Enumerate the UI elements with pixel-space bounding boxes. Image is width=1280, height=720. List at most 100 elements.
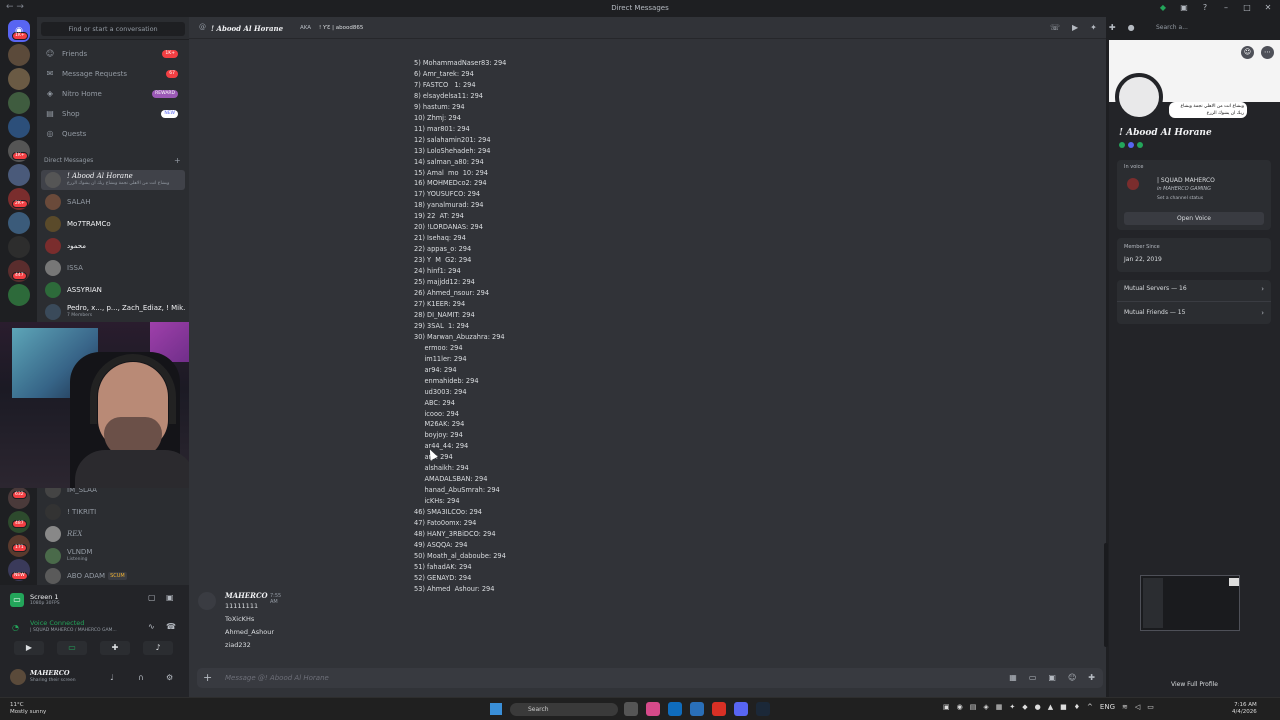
app-icon[interactable] (646, 702, 660, 716)
open-voice-button[interactable]: Open Voice (1124, 212, 1264, 225)
close-icon[interactable]: ✕ (1262, 3, 1274, 12)
mutual-servers[interactable]: Mutual Servers — 16 (1124, 285, 1187, 292)
server-icon[interactable] (8, 44, 30, 66)
upload-plus-icon[interactable]: + (203, 671, 212, 684)
avatar[interactable] (10, 669, 26, 685)
dm-item[interactable]: ! Abood Al Horane وبشاع انت من الاهلي نجم… (41, 170, 185, 190)
battery-icon[interactable]: ▭ (1147, 703, 1154, 711)
soundboard-button[interactable]: ♪ (143, 641, 173, 655)
emoji-icon[interactable]: ☺ (1068, 673, 1076, 682)
activities-button[interactable]: ✚ (100, 641, 130, 655)
mic-icon[interactable]: ♩ (110, 673, 114, 682)
find-conversation-input[interactable]: Find or start a conversation (41, 22, 185, 36)
dm-item[interactable]: ! TIKRITI (41, 502, 185, 522)
volume-icon[interactable]: ◁ (1135, 703, 1140, 711)
voice-status[interactable]: Voice Connected (30, 619, 84, 627)
call-icon[interactable]: ☏ (1050, 23, 1060, 32)
chrome-icon[interactable] (712, 702, 726, 716)
tray-icon[interactable]: ◉ (957, 703, 963, 711)
server-icon[interactable] (8, 92, 30, 114)
nav-friends[interactable]: ☺ Friends 1K+ (42, 46, 184, 62)
video-icon[interactable]: ▶ (1072, 23, 1078, 32)
maximize-icon[interactable]: □ (1241, 3, 1253, 12)
sticker-icon[interactable]: ▣ (1048, 673, 1056, 682)
apps-icon[interactable]: ✚ (1088, 673, 1095, 682)
store-icon[interactable] (690, 702, 704, 716)
message-composer[interactable]: + Message @! Abood Al Horane ▦ ▭ ▣ ☺ ✚ (197, 668, 1103, 688)
message-author[interactable]: MAHERCO (225, 591, 268, 600)
add-dm-icon[interactable]: + (174, 156, 181, 165)
tray-icon[interactable]: ♦ (1074, 703, 1080, 711)
server-icon[interactable] (8, 116, 30, 138)
message-input[interactable]: Message @! Abood Al Horane (225, 674, 329, 682)
profile-toggle-icon[interactable]: ● (1128, 23, 1135, 32)
server-icon[interactable] (8, 284, 30, 306)
chevron-right-icon[interactable]: › (1261, 285, 1264, 293)
steam-icon[interactable] (756, 702, 770, 716)
tray-icon[interactable]: ▦ (996, 703, 1003, 711)
dm-item[interactable]: Pedro, x..., p..., Zach_Ediaz, ! Mik... 7… (41, 302, 185, 322)
wifi-icon[interactable]: ≋ (1122, 703, 1128, 711)
nitro-icon[interactable]: ◆ (1157, 3, 1169, 12)
mutual-friends[interactable]: Mutual Friends — 15 (1124, 309, 1185, 316)
profile-avatar[interactable] (1115, 73, 1163, 121)
taskbar-search[interactable]: Search (510, 703, 618, 716)
gift-icon[interactable]: ▦ (1009, 673, 1017, 682)
add-friend-icon[interactable]: ☺ (1241, 46, 1254, 59)
server-icon[interactable] (8, 212, 30, 234)
search-input[interactable]: Search a... (1152, 22, 1270, 34)
tray-icon[interactable]: ◆ (1022, 703, 1027, 711)
inbox-icon[interactable]: ▣ (1178, 3, 1190, 12)
chat-scrollbar[interactable] (1104, 543, 1108, 647)
dm-item[interactable]: ISSA (41, 258, 185, 278)
noise-suppression-icon[interactable]: ∿ (148, 622, 155, 631)
tray-icon[interactable]: ● (1035, 703, 1041, 711)
pin-icon[interactable]: ✦ (1090, 23, 1097, 32)
help-icon[interactable]: ? (1199, 3, 1211, 12)
dm-item[interactable]: ABO ADAM SCUM (41, 566, 185, 586)
more-icon[interactable]: ⋯ (1261, 46, 1274, 59)
popout-icon[interactable]: ▢ (148, 593, 156, 602)
stream-preview[interactable] (1140, 575, 1240, 631)
nav-shop[interactable]: ▤ Shop NEW (42, 106, 184, 122)
stop-stream-icon[interactable]: ▣ (166, 593, 174, 602)
headphones-icon[interactable]: ∩ (138, 673, 144, 682)
signal-icon[interactable]: ◔ (12, 623, 19, 632)
voice-channel[interactable]: | SQUAD MAHERCO / MAHERCO GAM... (30, 628, 117, 633)
tray-icon[interactable]: ▲ (1048, 703, 1053, 711)
dm-item[interactable]: REX (41, 524, 185, 544)
server-icon[interactable] (8, 68, 30, 90)
view-full-profile-link[interactable]: View Full Profile (1109, 681, 1280, 688)
voice-status[interactable]: Set a channel status (1157, 196, 1203, 201)
camera-button[interactable]: ▶ (14, 641, 44, 655)
chevron-right-icon[interactable]: › (1261, 309, 1264, 317)
edge-icon[interactable] (668, 702, 682, 716)
disconnect-icon[interactable]: ☎ (166, 622, 176, 631)
language-indicator[interactable]: ENG (1100, 703, 1115, 711)
tray-icon[interactable]: ✦ (1009, 703, 1015, 711)
start-icon[interactable] (490, 703, 502, 715)
minimize-icon[interactable]: – (1220, 3, 1232, 12)
gif-icon[interactable]: ▭ (1029, 673, 1037, 682)
discord-icon[interactable] (734, 702, 748, 716)
avatar[interactable] (198, 592, 216, 610)
dm-item[interactable]: ASSYRIAN (41, 280, 185, 300)
clock[interactable]: 7:16 AM 4/4/2026 (1232, 702, 1257, 716)
weather-widget[interactable]: 11°C Mostly sunny (10, 702, 46, 716)
dm-item[interactable]: Mo7TRAMCo (41, 214, 185, 234)
dm-item[interactable]: SALAH (41, 192, 185, 212)
nav-nitro-home[interactable]: ◈ Nitro Home REWARD (42, 86, 184, 102)
add-friends-icon[interactable]: ✚ (1109, 23, 1116, 32)
dm-item[interactable]: محمود (41, 236, 185, 256)
server-icon[interactable] (8, 236, 30, 258)
task-view-icon[interactable] (624, 702, 638, 716)
tray-icon[interactable]: ▤ (970, 703, 977, 711)
chevron-up-icon[interactable]: ^ (1087, 703, 1093, 711)
share-screen-button[interactable]: ▭ (57, 641, 87, 655)
server-icon[interactable] (8, 164, 30, 186)
tray-icon[interactable]: ▣ (943, 703, 950, 711)
dm-item[interactable]: VLNDM Listening (41, 546, 185, 566)
tray-icon[interactable]: ■ (1060, 703, 1067, 711)
tray-icon[interactable]: ◈ (983, 703, 988, 711)
nav-quests[interactable]: ◎ Quests (42, 126, 184, 142)
